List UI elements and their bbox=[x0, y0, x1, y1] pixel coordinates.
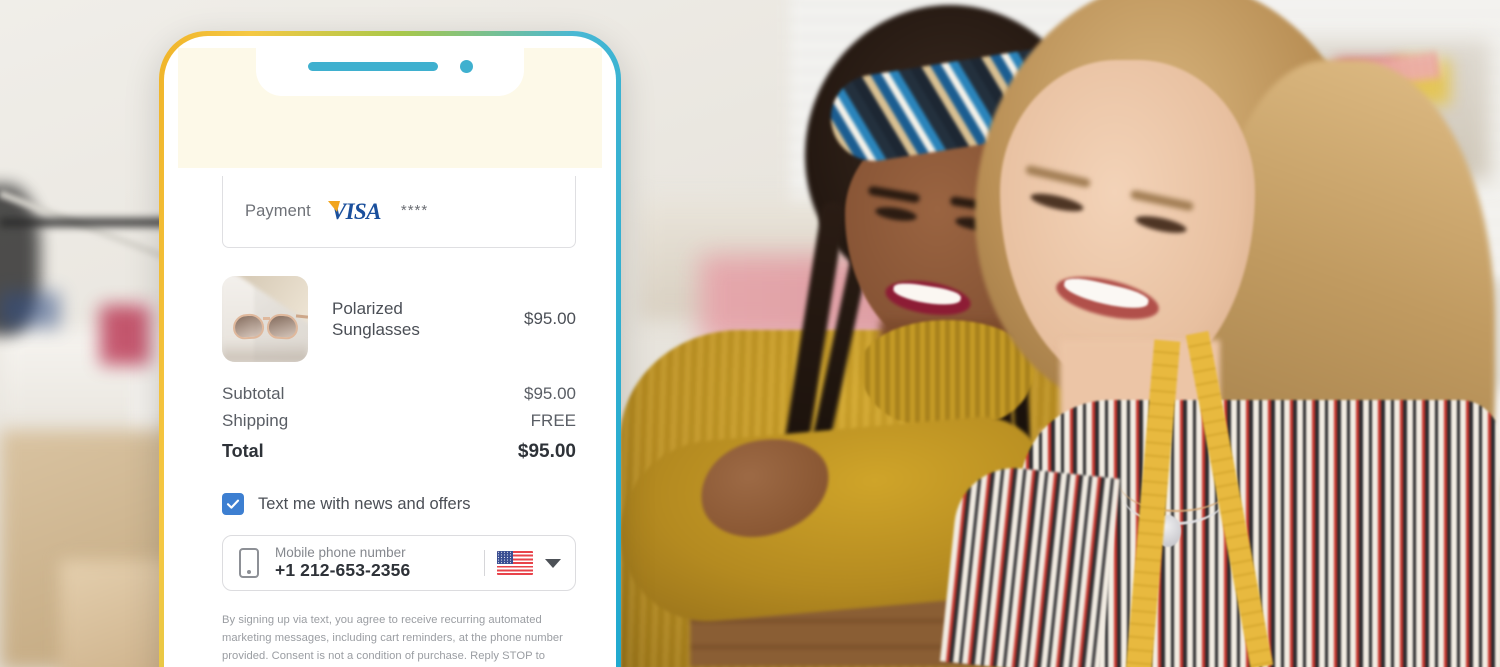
us-flag-icon[interactable] bbox=[497, 551, 533, 575]
thumbnail-shadow bbox=[222, 340, 308, 362]
line-item-price: $95.00 bbox=[524, 309, 576, 328]
subtotal-label: Subtotal bbox=[222, 384, 285, 403]
speaker-bar-icon bbox=[307, 61, 438, 71]
sms-consent-label: Text me with news and offers bbox=[258, 494, 471, 513]
checkmark-icon bbox=[226, 499, 240, 509]
line-item-name-line1: Polarized bbox=[332, 298, 403, 318]
sms-consent-row[interactable]: Text me with news and offers bbox=[222, 493, 576, 515]
phone-screen: Payment VISA **** Polarized Sunglasses $… bbox=[164, 36, 616, 667]
line-item-name: Polarized Sunglasses bbox=[332, 298, 524, 341]
legal-disclaimer: By signing up via text, you agree to rec… bbox=[222, 611, 574, 667]
line-item-name-line2: Sunglasses bbox=[332, 320, 420, 339]
sunglasses-temple bbox=[295, 314, 308, 319]
checkout-panel: Payment VISA **** Polarized Sunglasses $… bbox=[164, 168, 616, 667]
card-mask: **** bbox=[400, 202, 429, 219]
totals-row-total: Total $95.00 bbox=[222, 441, 576, 463]
field-divider bbox=[484, 550, 485, 576]
background-blue-object bbox=[0, 292, 60, 328]
phone-notch bbox=[256, 36, 524, 96]
payment-method-card[interactable]: Payment VISA **** bbox=[222, 176, 576, 248]
sms-consent-checkbox[interactable] bbox=[222, 493, 244, 515]
line-item: Polarized Sunglasses $95.00 bbox=[222, 276, 576, 362]
mobile-phone-label: Mobile phone number bbox=[275, 544, 406, 560]
sunglasses-lens-right bbox=[266, 313, 299, 340]
payment-label: Payment bbox=[245, 202, 311, 220]
flag-canton bbox=[497, 551, 513, 564]
chevron-down-icon[interactable] bbox=[545, 558, 561, 568]
mobile-phone-field[interactable]: Mobile phone number +1 212-653-2356 bbox=[222, 535, 576, 591]
legal-text-1: By signing up via text, you agree to rec… bbox=[222, 614, 563, 663]
mobile-device-icon bbox=[239, 548, 259, 578]
phone-mockup: Payment VISA **** Polarized Sunglasses $… bbox=[159, 31, 621, 667]
woman-b-plaid-blazer-lapel bbox=[939, 462, 1121, 667]
sunglasses-lens-left bbox=[232, 313, 265, 340]
product-thumbnail-sunglasses bbox=[222, 276, 308, 362]
mobile-phone-input[interactable]: +1 212-653-2356 bbox=[275, 560, 478, 581]
shipping-value: FREE bbox=[530, 411, 576, 430]
totals-row-subtotal: Subtotal $95.00 bbox=[222, 384, 576, 404]
subtotal-value: $95.00 bbox=[524, 384, 576, 403]
shipping-label: Shipping bbox=[222, 411, 289, 430]
background-rod bbox=[0, 218, 170, 227]
background-red-object bbox=[100, 305, 150, 365]
mobile-phone-texts: Mobile phone number +1 212-653-2356 bbox=[275, 545, 478, 582]
front-camera-icon bbox=[459, 59, 473, 73]
sunglasses-bridge bbox=[263, 317, 270, 320]
totals-row-shipping: Shipping FREE bbox=[222, 411, 576, 431]
total-label: Total bbox=[222, 441, 264, 461]
total-value: $95.00 bbox=[517, 441, 576, 462]
order-totals: Subtotal $95.00 Shipping FREE Total $95.… bbox=[222, 384, 576, 463]
visa-logo-icon: VISA bbox=[327, 199, 381, 224]
